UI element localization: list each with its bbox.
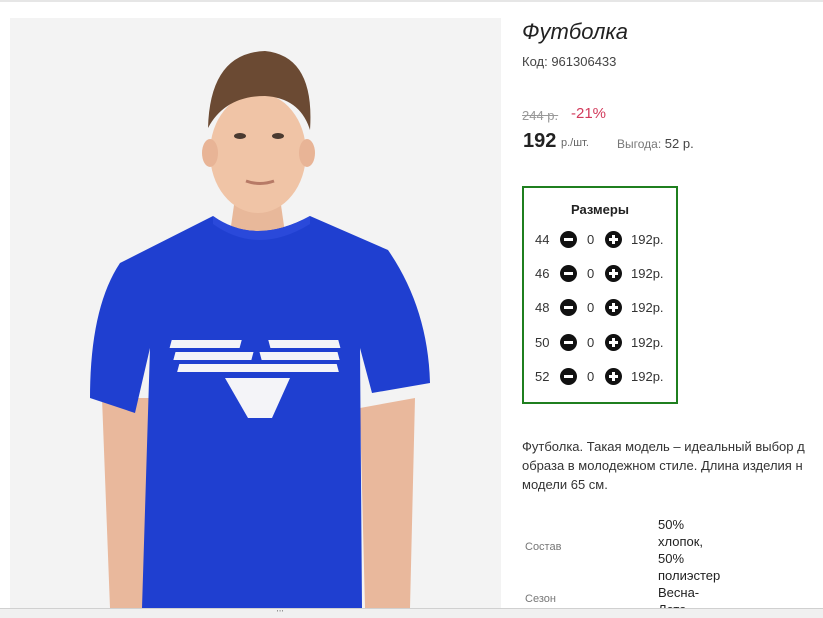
spec-value-line: хлопок,: [658, 534, 704, 549]
spec-value-composition: 50% хлопок, 50% полиэстер: [658, 516, 720, 584]
spec-label-composition: Состав: [525, 541, 562, 553]
spec-label-season: Сезон: [525, 593, 556, 605]
discount-badge: -21%: [571, 105, 607, 122]
saving-label: Выгода:: [617, 137, 662, 151]
spec-value-line: 50%: [658, 517, 685, 532]
size-selector: Размеры 44 0 192р. 46 0 192р. 48 0 192р.…: [522, 186, 678, 404]
spec-value-line: 50%: [658, 551, 685, 566]
quantity-value: 0: [587, 300, 595, 315]
plus-icon[interactable]: [605, 368, 622, 385]
plus-icon[interactable]: [605, 265, 622, 282]
price-unit: р./шт.: [561, 137, 589, 149]
quantity-value: 0: [587, 369, 595, 384]
size-row: 52 0 192р.: [524, 367, 676, 387]
size-row: 48 0 192р.: [524, 298, 676, 318]
old-price: 244 р.: [522, 108, 559, 123]
description-line: образа в молодежном стиле. Длина изделия…: [522, 458, 803, 473]
size-label: 48: [535, 300, 550, 315]
size-label: 46: [535, 266, 550, 281]
size-row: 50 0 192р.: [524, 333, 676, 353]
size-label: 44: [535, 232, 550, 247]
minus-icon[interactable]: [560, 368, 577, 385]
quantity-value: 0: [587, 335, 595, 350]
plus-icon[interactable]: [605, 334, 622, 351]
size-price: 192р.: [631, 232, 664, 247]
scrollbar-grip[interactable]: ''': [277, 610, 284, 617]
quantity-value: 0: [587, 232, 595, 247]
size-row: 44 0 192р.: [524, 230, 676, 250]
size-label: 50: [535, 335, 550, 350]
saving-info: Выгода: 52 р.: [617, 136, 694, 151]
minus-icon[interactable]: [560, 265, 577, 282]
current-price: 192: [523, 130, 557, 152]
size-price: 192р.: [631, 335, 664, 350]
size-row: 46 0 192р.: [524, 264, 676, 284]
description-line: модели 65 см.: [522, 477, 608, 492]
product-title: Футболка: [522, 19, 628, 44]
description-line: Футболка. Такая модель – идеальный выбор…: [522, 439, 805, 454]
product-photo[interactable]: [10, 18, 501, 608]
minus-icon[interactable]: [560, 334, 577, 351]
top-border: [0, 0, 823, 2]
plus-icon[interactable]: [605, 299, 622, 316]
sizes-title: Размеры: [571, 202, 629, 217]
size-price: 192р.: [631, 266, 664, 281]
horizontal-scrollbar[interactable]: ''': [0, 608, 823, 618]
size-price: 192р.: [631, 300, 664, 315]
spec-value-line: полиэстер: [658, 568, 721, 583]
quantity-value: 0: [587, 266, 595, 281]
size-label: 52: [535, 369, 550, 384]
product-description: Футболка. Такая модель – идеальный выбор…: [522, 437, 823, 494]
size-price: 192р.: [631, 369, 664, 384]
minus-icon[interactable]: [560, 299, 577, 316]
minus-icon[interactable]: [560, 231, 577, 248]
product-photo-illustration: [90, 51, 430, 608]
product-code: Код: 961306433: [522, 54, 617, 69]
plus-icon[interactable]: [605, 231, 622, 248]
saving-value: 52 р.: [664, 136, 694, 151]
spec-value-line: Весна-: [658, 585, 700, 600]
